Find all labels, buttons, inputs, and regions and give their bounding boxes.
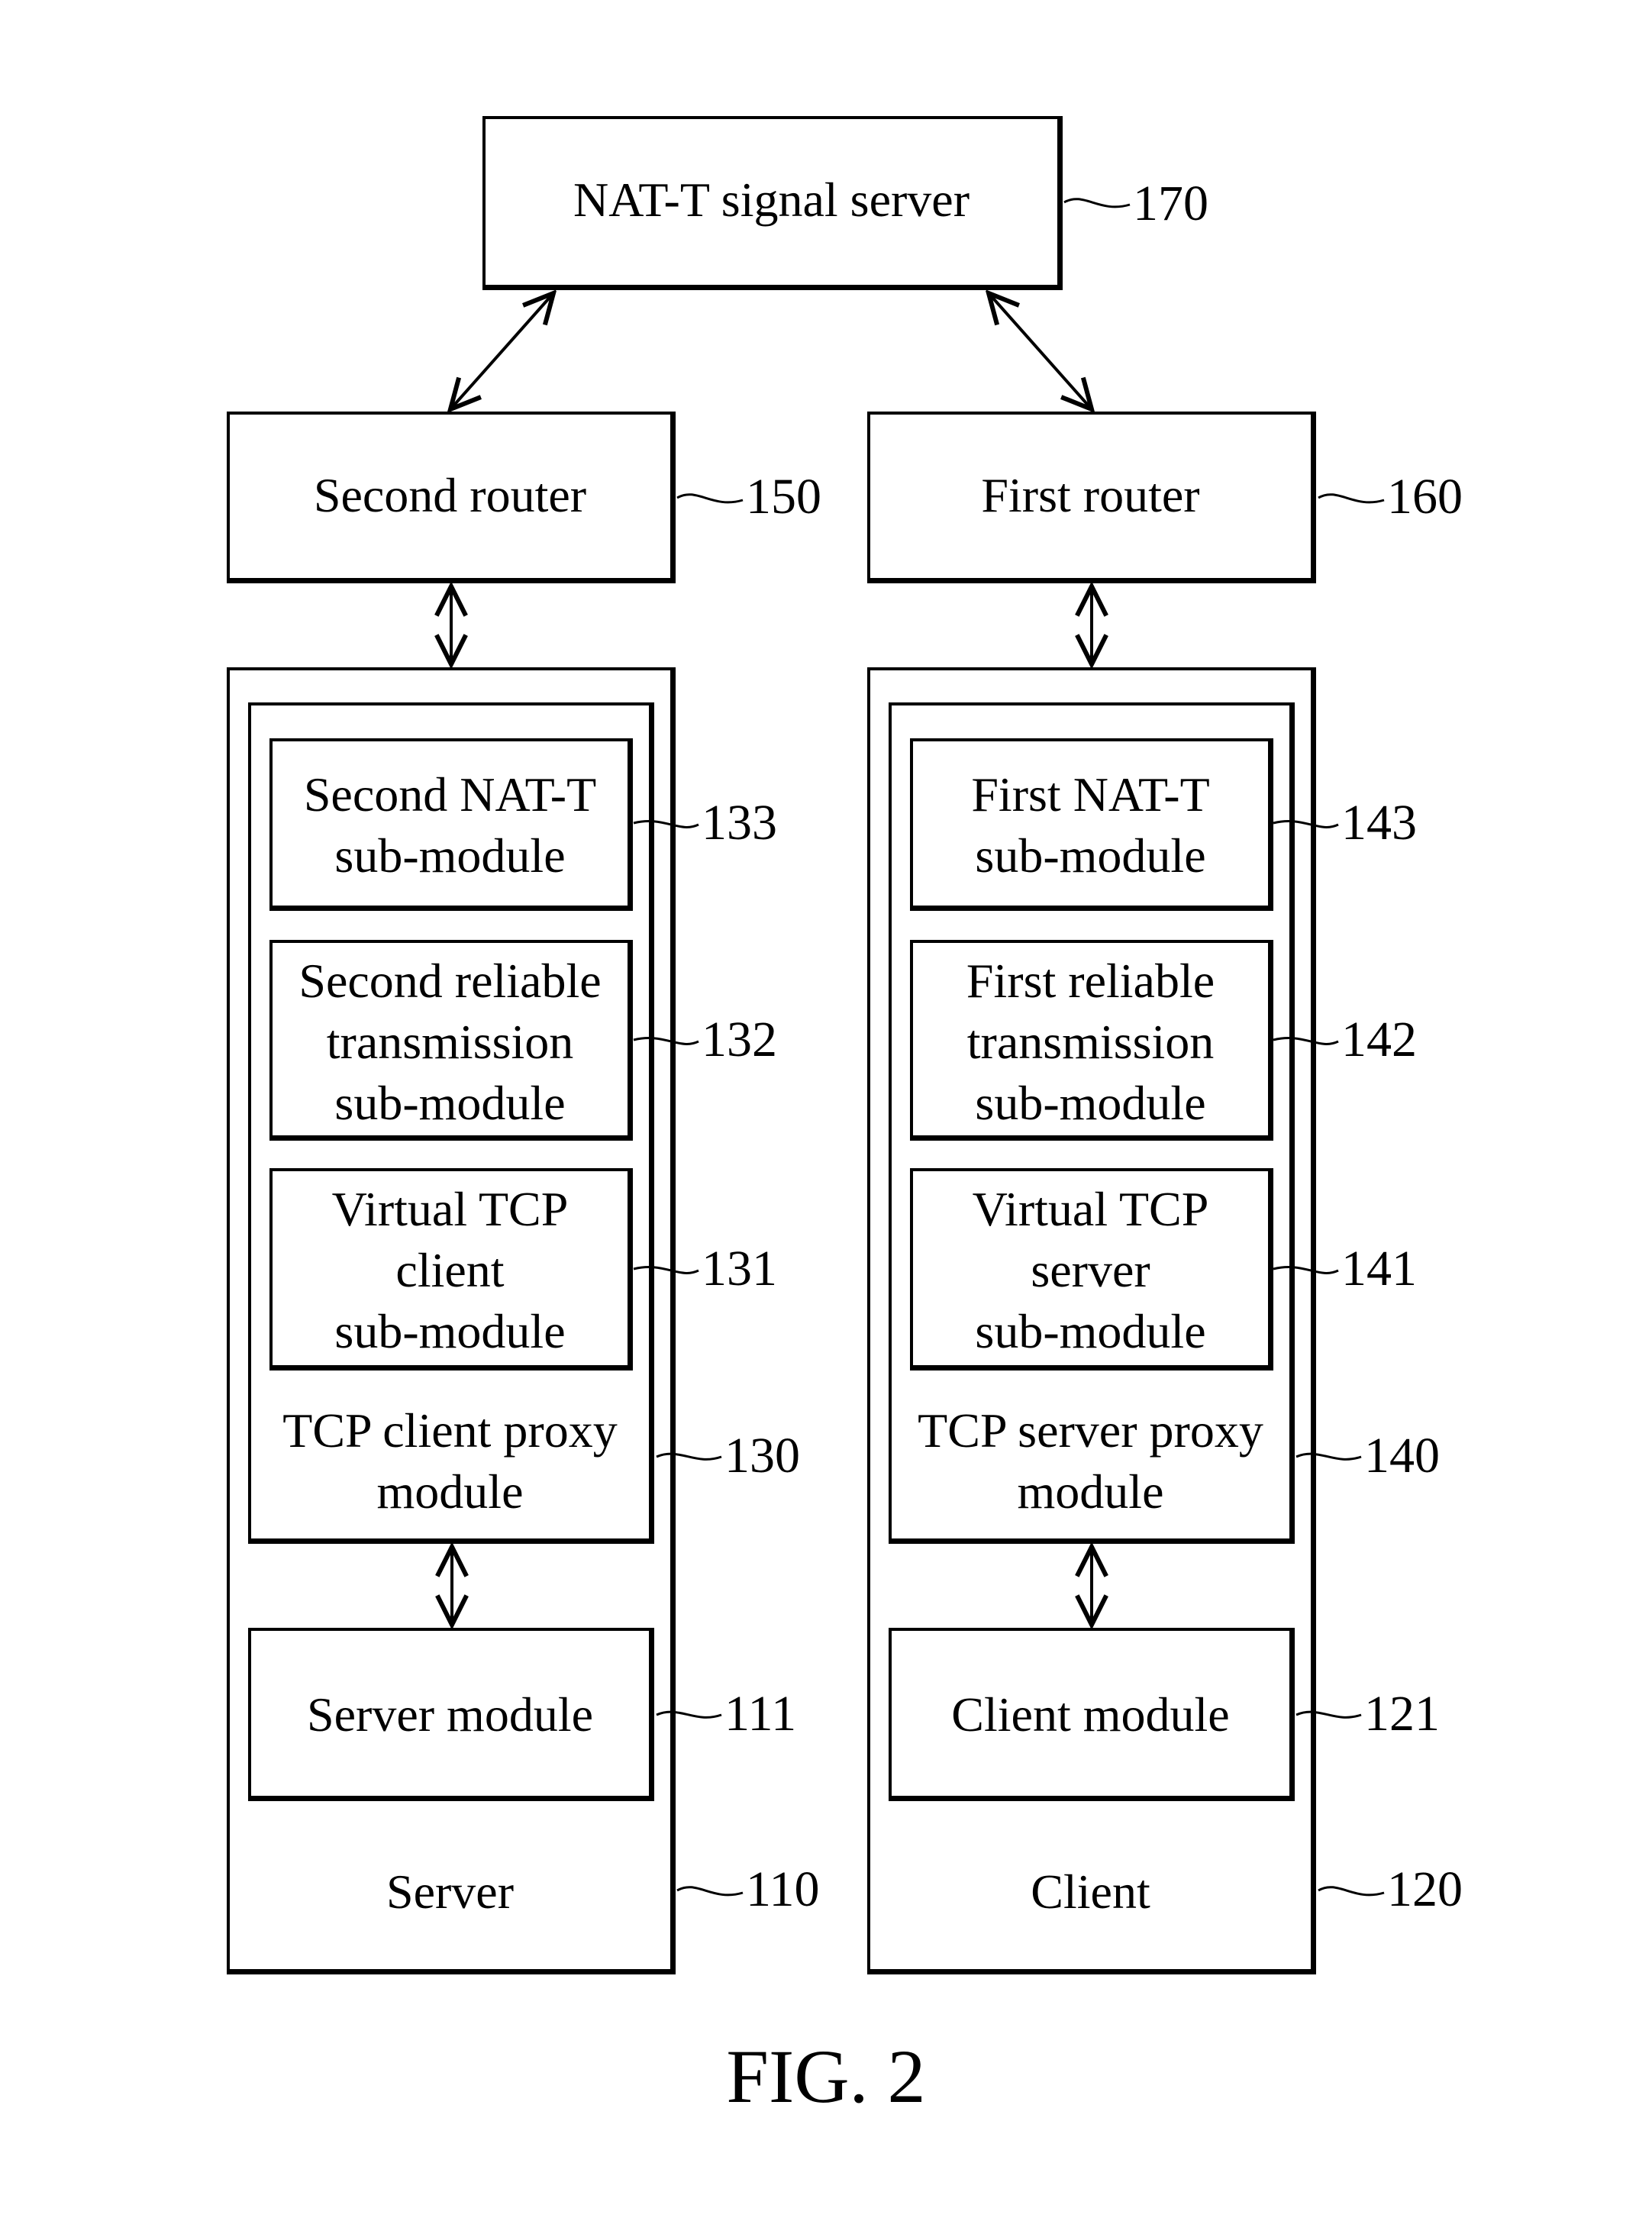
virtual-tcp-client-submodule-box: Virtual TCP client sub-module bbox=[269, 1168, 633, 1371]
ref-142: 142 bbox=[1341, 1012, 1417, 1067]
ref-160: 160 bbox=[1387, 469, 1463, 525]
first-reliable-transmission-submodule-label: First reliable transmission sub-module bbox=[966, 954, 1215, 1130]
arrow-nat-first-router bbox=[989, 293, 1092, 409]
virtual-tcp-client-submodule-label: Virtual TCP client sub-module bbox=[331, 1182, 569, 1358]
server-label: Server bbox=[386, 1864, 515, 1919]
client-module-box: Client module bbox=[889, 1628, 1295, 1801]
tcp-client-proxy-module-label: TCP client proxy module bbox=[282, 1403, 618, 1519]
ref-133: 133 bbox=[702, 795, 777, 851]
tcp-server-proxy-module-label: TCP server proxy module bbox=[918, 1403, 1263, 1519]
figure-caption: FIG. 2 bbox=[726, 2034, 926, 2119]
second-reliable-transmission-submodule-label: Second reliable transmission sub-module bbox=[298, 954, 602, 1130]
second-reliable-transmission-submodule-box: Second reliable transmission sub-module bbox=[269, 940, 633, 1141]
leader-170 bbox=[1063, 198, 1131, 208]
ref-143: 143 bbox=[1341, 795, 1417, 851]
server-module-box: Server module bbox=[248, 1628, 654, 1801]
leader-120 bbox=[1318, 1886, 1385, 1897]
ref-121: 121 bbox=[1364, 1686, 1440, 1742]
virtual-tcp-server-submodule-box: Virtual TCP server sub-module bbox=[910, 1168, 1273, 1371]
first-nat-t-submodule-label: First NAT-T sub-module bbox=[971, 767, 1210, 883]
first-nat-t-submodule-box: First NAT-T sub-module bbox=[910, 738, 1273, 911]
ref-110: 110 bbox=[746, 1861, 820, 1917]
second-nat-t-submodule-box: Second NAT-T sub-module bbox=[269, 738, 633, 911]
client-label: Client bbox=[1031, 1864, 1150, 1919]
ref-130: 130 bbox=[724, 1428, 800, 1484]
second-router-label: Second router bbox=[313, 468, 587, 522]
virtual-tcp-server-submodule-label: Virtual TCP server sub-module bbox=[972, 1182, 1209, 1358]
first-router-box: First router bbox=[867, 412, 1316, 583]
nat-t-signal-server-label: NAT-T signal server bbox=[573, 173, 970, 227]
second-router-box: Second router bbox=[227, 412, 676, 583]
ref-111: 111 bbox=[724, 1686, 797, 1742]
second-nat-t-submodule-label: Second NAT-T sub-module bbox=[303, 767, 597, 883]
ref-170: 170 bbox=[1133, 176, 1208, 231]
ref-140: 140 bbox=[1364, 1428, 1440, 1484]
first-reliable-transmission-submodule-box: First reliable transmission sub-module bbox=[910, 940, 1273, 1141]
ref-131: 131 bbox=[702, 1241, 777, 1296]
leader-110 bbox=[676, 1886, 744, 1897]
ref-141: 141 bbox=[1341, 1241, 1417, 1296]
server-module-label: Server module bbox=[307, 1687, 593, 1742]
client-module-label: Client module bbox=[951, 1687, 1230, 1742]
nat-t-signal-server-box: NAT-T signal server bbox=[482, 116, 1063, 290]
ref-150: 150 bbox=[746, 469, 821, 525]
ref-120: 120 bbox=[1387, 1861, 1463, 1917]
ref-132: 132 bbox=[702, 1012, 777, 1067]
leader-160 bbox=[1318, 493, 1385, 504]
arrow-nat-second-router bbox=[450, 293, 553, 409]
leader-150 bbox=[676, 493, 744, 504]
first-router-label: First router bbox=[981, 468, 1200, 522]
